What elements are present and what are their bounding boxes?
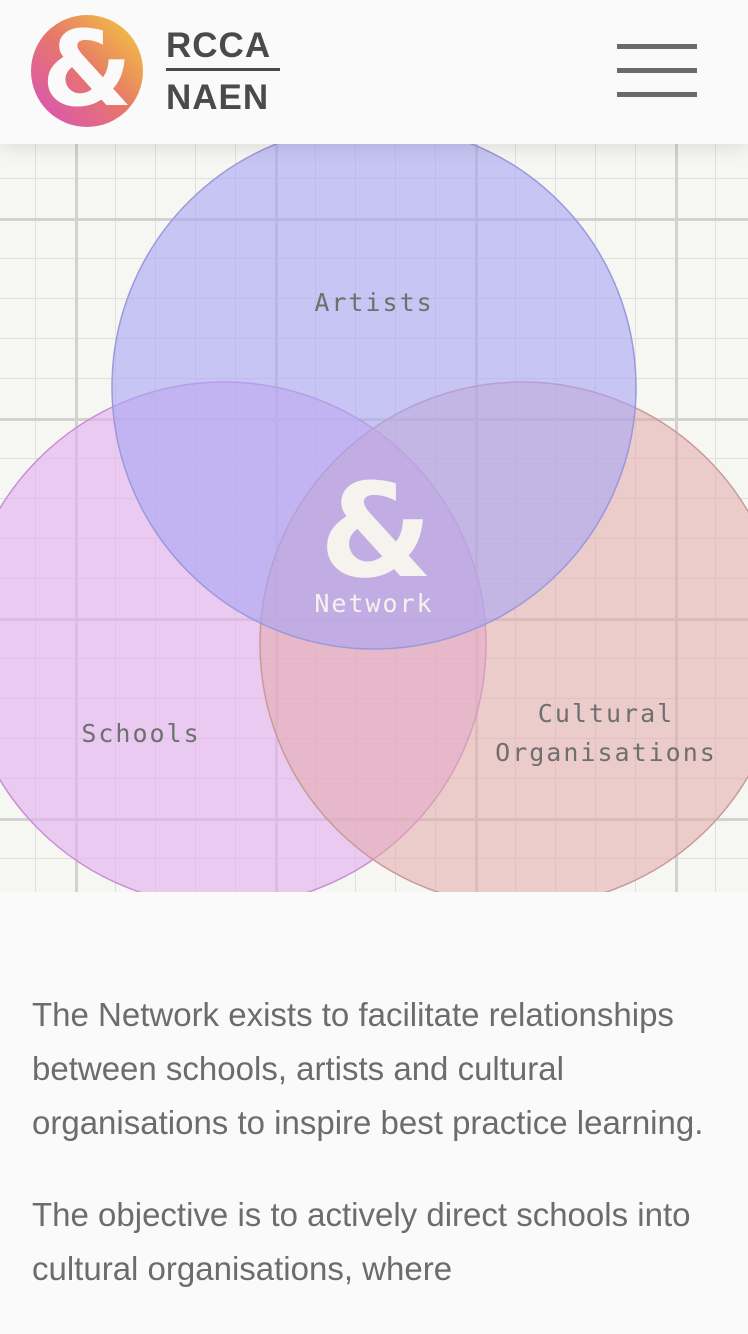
brand-wordmark[interactable]: RCCA NAEN [166, 24, 280, 117]
venn-hero: Artists Schools Cultural Organisations &… [0, 144, 748, 892]
intro-paragraph-2: The objective is to actively direct scho… [32, 1196, 691, 1287]
schools-label: Schools [81, 719, 200, 748]
intro-paragraph-1: The Network exists to facilitate relatio… [32, 996, 704, 1141]
ampersand-logo-glyph: & [41, 8, 133, 130]
menu-bar-middle [617, 68, 697, 73]
hamburger-menu-icon[interactable] [617, 44, 697, 100]
brand-bottom-text: NAEN [166, 78, 270, 117]
cultural-label-line1: Cultural [538, 699, 674, 728]
network-label: Network [314, 589, 433, 618]
artists-label: Artists [314, 288, 433, 317]
venn-diagram: Artists Schools Cultural Organisations &… [0, 144, 748, 892]
brand-top-text: RCCA [166, 24, 280, 71]
site-header: & RCCA NAEN [0, 0, 748, 144]
intro-content: The Network exists to facilitate relatio… [32, 988, 722, 1334]
cultural-label-line2: Organisations [495, 738, 717, 767]
logo-icon[interactable]: & [31, 15, 143, 127]
menu-bar-bottom [617, 92, 697, 97]
menu-bar-top [617, 44, 697, 49]
network-ampersand-icon: & [319, 455, 432, 607]
